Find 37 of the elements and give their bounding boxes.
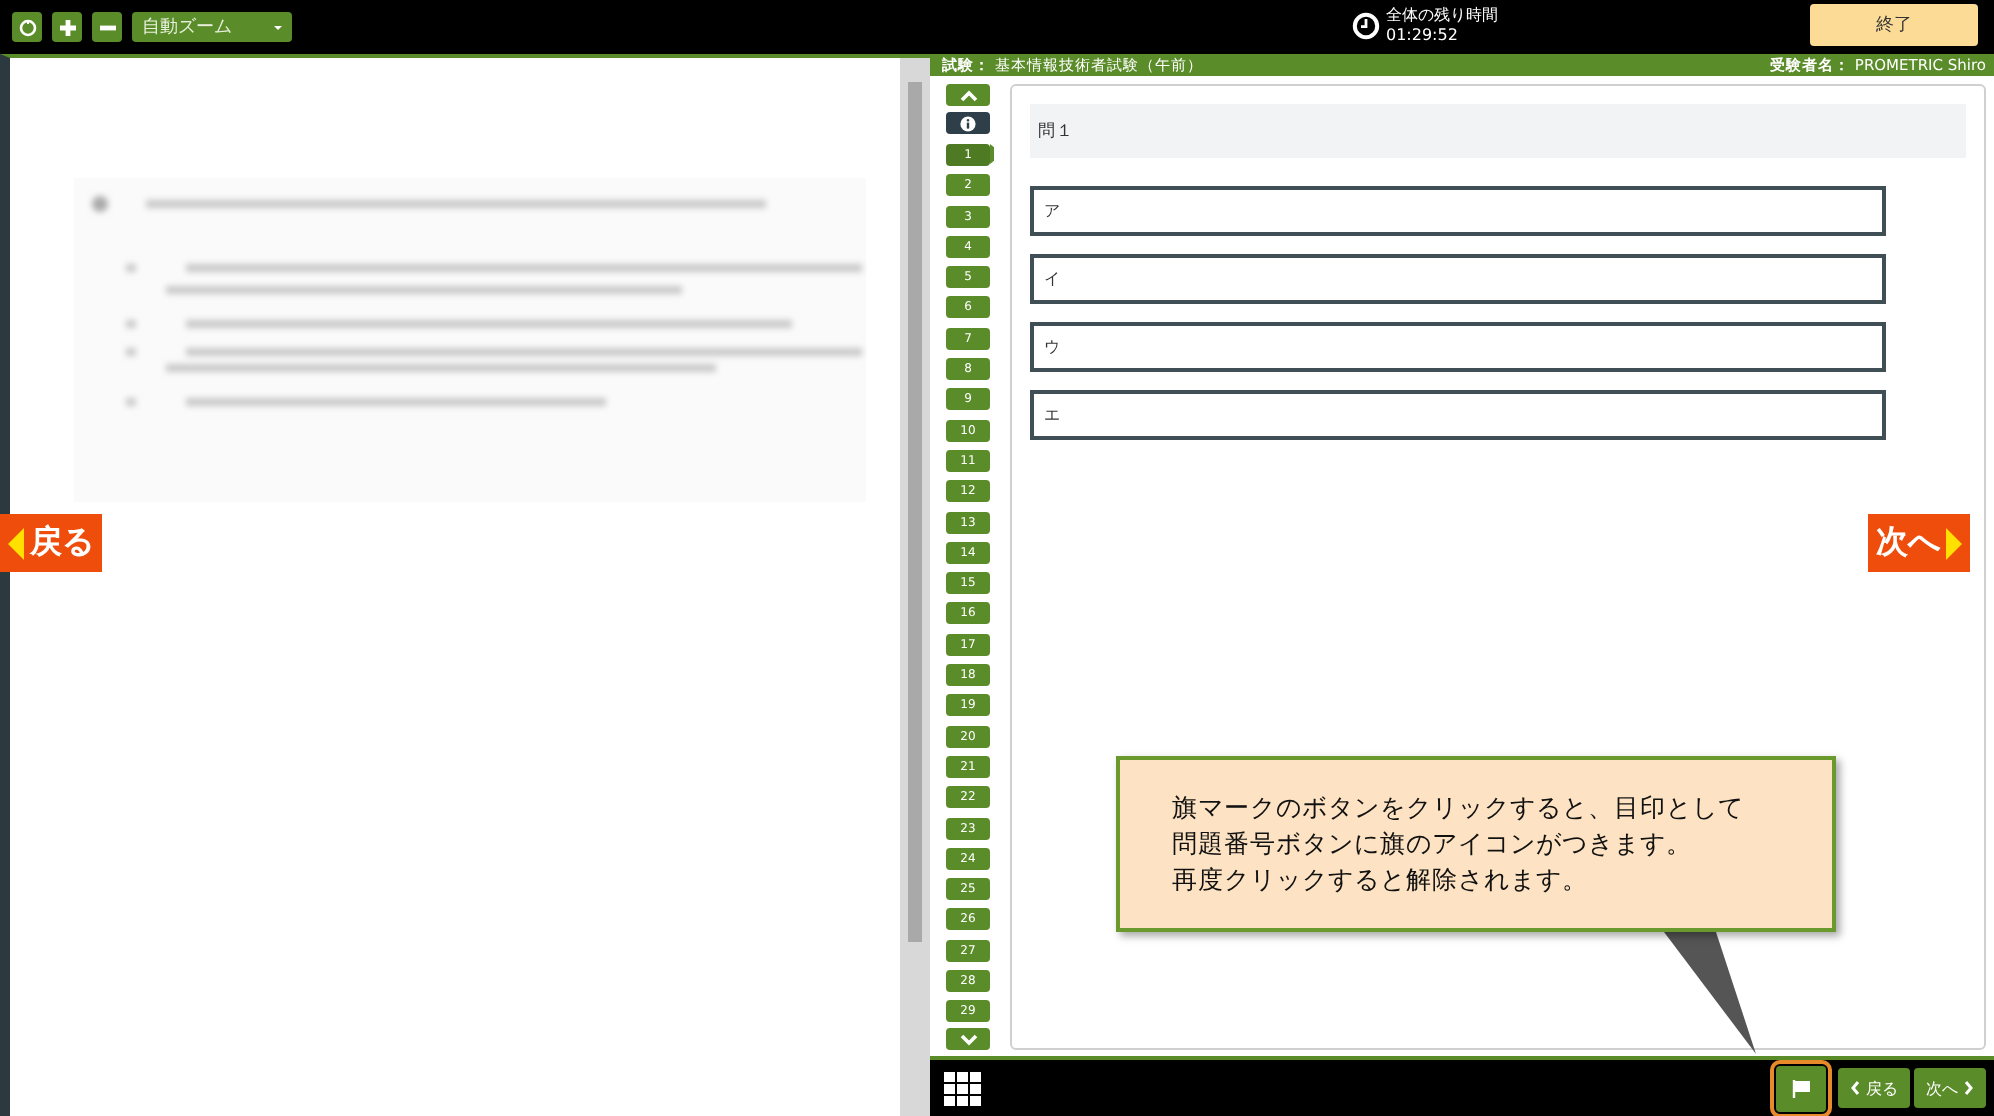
answer-option[interactable]: エ bbox=[1030, 390, 1886, 440]
chevron-left-icon bbox=[1850, 1080, 1860, 1096]
zoom-select[interactable]: 自動ズーム bbox=[132, 12, 292, 42]
answer-option[interactable]: ウ bbox=[1030, 322, 1886, 372]
triangle-left-icon bbox=[8, 527, 24, 559]
previous-page-button[interactable]: 戻る bbox=[0, 514, 102, 572]
clock-icon bbox=[1352, 12, 1380, 40]
info-button[interactable] bbox=[946, 112, 990, 134]
caret-icon bbox=[274, 25, 282, 29]
answer-option[interactable]: イ bbox=[1030, 254, 1886, 304]
zoom-in-button[interactable] bbox=[52, 12, 82, 42]
callout-text: 問題番号ボタンに旗のアイコンがつきます。 bbox=[1172, 826, 1692, 862]
callout-text: 旗マークのボタンをクリックすると、目印として bbox=[1172, 790, 1744, 826]
scroll-up-button[interactable] bbox=[946, 84, 990, 106]
flag-icon bbox=[1792, 1079, 1810, 1097]
scrollbar-thumb[interactable] bbox=[908, 82, 922, 942]
chevron-up-icon bbox=[959, 89, 977, 101]
timer-value: 01:29:52 bbox=[1386, 26, 1460, 46]
question-title: 問１ bbox=[1030, 104, 1966, 158]
timer-label: 全体の残り時間 bbox=[1386, 6, 1498, 26]
next-page-button[interactable]: 次へ bbox=[1868, 514, 1970, 572]
plus-icon bbox=[57, 17, 77, 37]
zoom-out-button[interactable] bbox=[92, 12, 122, 42]
reset-zoom-button[interactable] bbox=[12, 12, 42, 42]
callout-pointer bbox=[1660, 930, 1760, 1058]
chevron-down-icon bbox=[959, 1033, 977, 1045]
next-button[interactable]: 次へ bbox=[1914, 1068, 1986, 1108]
callout-text: 再度クリックすると解除されます。 bbox=[1172, 862, 1588, 898]
triangle-right-icon bbox=[1946, 527, 1962, 559]
grid-menu-icon[interactable] bbox=[944, 1071, 982, 1105]
scroll-down-button[interactable] bbox=[946, 1028, 990, 1050]
end-button[interactable]: 終了 bbox=[1810, 4, 1978, 46]
info-icon bbox=[960, 115, 976, 131]
flag-button[interactable] bbox=[1776, 1065, 1826, 1111]
answer-option[interactable]: ア bbox=[1030, 186, 1886, 236]
chevron-right-icon bbox=[1964, 1080, 1974, 1096]
previous-button[interactable]: 戻る bbox=[1838, 1068, 1910, 1108]
